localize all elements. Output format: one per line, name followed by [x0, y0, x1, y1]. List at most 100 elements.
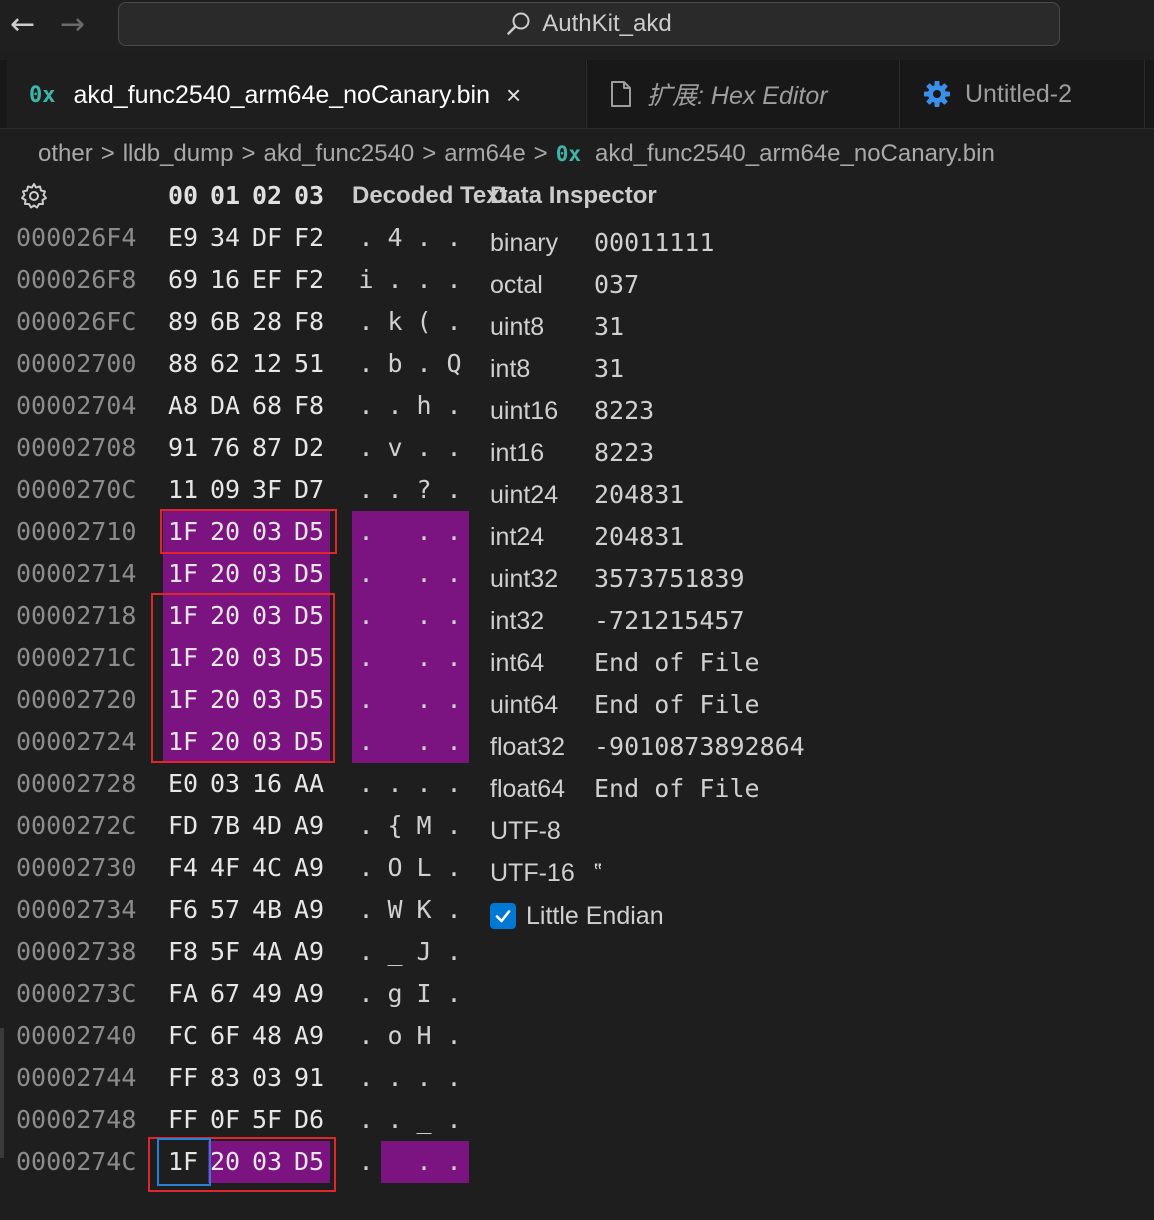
inspector-value[interactable]: ‟: [594, 852, 602, 894]
little-endian-toggle[interactable]: Little Endian: [490, 897, 664, 935]
inspector-value[interactable]: 8223: [594, 390, 654, 432]
decoded-char[interactable]: .: [381, 1057, 409, 1099]
hex-byte[interactable]: F4: [166, 847, 200, 889]
hex-byte[interactable]: 87: [250, 427, 284, 469]
decoded-char[interactable]: .: [440, 553, 468, 595]
decoded-char[interactable]: .: [410, 553, 438, 595]
decoded-char[interactable]: H: [410, 1015, 438, 1057]
decoded-char[interactable]: .: [410, 1141, 438, 1183]
breadcrumb-file[interactable]: akd_func2540_arm64e_noCanary.bin: [595, 140, 995, 168]
decoded-char[interactable]: .: [381, 1099, 409, 1141]
decoded-char[interactable]: .: [440, 511, 468, 553]
decoded-char[interactable]: .: [440, 679, 468, 721]
hex-byte[interactable]: 51: [292, 343, 326, 385]
decoded-char[interactable]: .: [352, 1141, 380, 1183]
hex-byte[interactable]: 6B: [208, 301, 242, 343]
inspector-value[interactable]: 204831: [594, 516, 684, 558]
decoded-char[interactable]: L: [410, 847, 438, 889]
decoded-char[interactable]: .: [381, 763, 409, 805]
hex-byte[interactable]: 11: [166, 469, 200, 511]
decoded-char[interactable]: .: [410, 1057, 438, 1099]
decoded-char[interactable]: .: [440, 889, 468, 931]
breadcrumb-item[interactable]: lldb_dump: [123, 140, 234, 168]
hex-byte[interactable]: A9: [292, 973, 326, 1015]
decoded-char[interactable]: ?: [410, 469, 438, 511]
inspector-value[interactable]: -721215457: [594, 600, 745, 642]
decoded-char[interactable]: .: [440, 1099, 468, 1141]
decoded-char[interactable]: .: [440, 1015, 468, 1057]
hex-byte[interactable]: A9: [292, 931, 326, 973]
hex-byte[interactable]: FF: [166, 1099, 200, 1141]
hex-byte[interactable]: A9: [292, 1015, 326, 1057]
decoded-char[interactable]: .: [352, 301, 380, 343]
hex-byte[interactable]: FC: [166, 1015, 200, 1057]
tab-hex-editor-extension[interactable]: 扩展: Hex Editor: [586, 60, 900, 128]
hex-byte[interactable]: 69: [166, 259, 200, 301]
hex-byte[interactable]: 0F: [208, 1099, 242, 1141]
decoded-char[interactable]: i: [352, 259, 380, 301]
decoded-char[interactable]: .: [410, 679, 438, 721]
command-center-search[interactable]: AuthKit_akd: [118, 2, 1060, 46]
decoded-char[interactable]: .: [440, 805, 468, 847]
decoded-char[interactable]: h: [410, 385, 438, 427]
close-icon[interactable]: ×: [506, 80, 521, 111]
decoded-char[interactable]: .: [352, 931, 380, 973]
hex-byte[interactable]: FA: [166, 973, 200, 1015]
hex-byte[interactable]: F2: [292, 259, 326, 301]
hex-byte[interactable]: 67: [208, 973, 242, 1015]
decoded-char[interactable]: .: [440, 385, 468, 427]
hex-byte[interactable]: 88: [166, 343, 200, 385]
inspector-value[interactable]: 31: [594, 306, 624, 348]
hex-byte[interactable]: 03: [250, 553, 284, 595]
hex-byte[interactable]: 6F: [208, 1015, 242, 1057]
hex-byte[interactable]: E9: [166, 217, 200, 259]
scrollbar[interactable]: [0, 1028, 4, 1158]
hex-byte[interactable]: 20: [208, 553, 242, 595]
decoded-char[interactable]: .: [440, 721, 468, 763]
hex-byte[interactable]: DA: [208, 385, 242, 427]
decoded-char[interactable]: .: [410, 343, 438, 385]
hex-byte[interactable]: 4D: [250, 805, 284, 847]
hex-byte[interactable]: 76: [208, 427, 242, 469]
hex-byte[interactable]: 5F: [250, 1099, 284, 1141]
decoded-char[interactable]: .: [352, 595, 380, 637]
breadcrumb-item[interactable]: arm64e: [444, 140, 525, 168]
breadcrumb-item[interactable]: other: [38, 140, 93, 168]
hex-byte[interactable]: A9: [292, 805, 326, 847]
hex-byte[interactable]: 68: [250, 385, 284, 427]
decoded-char[interactable]: .: [352, 973, 380, 1015]
decoded-char[interactable]: .: [440, 637, 468, 679]
hex-byte[interactable]: 4B: [250, 889, 284, 931]
inspector-value[interactable]: 31: [594, 348, 624, 390]
decoded-char[interactable]: .: [381, 385, 409, 427]
decoded-char[interactable]: .: [440, 1057, 468, 1099]
inspector-value[interactable]: End of File: [594, 642, 760, 684]
inspector-value[interactable]: 3573751839: [594, 558, 745, 600]
hex-byte[interactable]: 91: [166, 427, 200, 469]
decoded-char[interactable]: .: [381, 469, 409, 511]
inspector-value[interactable]: 00011111: [594, 222, 714, 264]
decoded-char[interactable]: .: [440, 973, 468, 1015]
hex-byte[interactable]: 03: [208, 763, 242, 805]
inspector-value[interactable]: End of File: [594, 684, 760, 726]
arrow-left-icon[interactable]: ←: [10, 10, 35, 40]
decoded-char[interactable]: .: [410, 259, 438, 301]
hex-byte[interactable]: D5: [292, 553, 326, 595]
decoded-char[interactable]: g: [381, 973, 409, 1015]
hex-byte[interactable]: 48: [250, 1015, 284, 1057]
decoded-char[interactable]: .: [352, 469, 380, 511]
decoded-char[interactable]: k: [381, 301, 409, 343]
hex-byte[interactable]: 83: [208, 1057, 242, 1099]
decoded-char[interactable]: .: [410, 637, 438, 679]
gear-icon[interactable]: [20, 182, 48, 215]
breadcrumb-item[interactable]: akd_func2540: [263, 140, 414, 168]
decoded-char[interactable]: .: [352, 427, 380, 469]
decoded-char[interactable]: .: [352, 721, 380, 763]
hex-byte[interactable]: F8: [166, 931, 200, 973]
hex-byte[interactable]: 16: [208, 259, 242, 301]
hex-byte[interactable]: F6: [166, 889, 200, 931]
hex-byte[interactable]: 89: [166, 301, 200, 343]
hex-byte[interactable]: F8: [292, 301, 326, 343]
decoded-char[interactable]: .: [440, 427, 468, 469]
tab-untitled-2[interactable]: Untitled-2: [901, 60, 1145, 128]
